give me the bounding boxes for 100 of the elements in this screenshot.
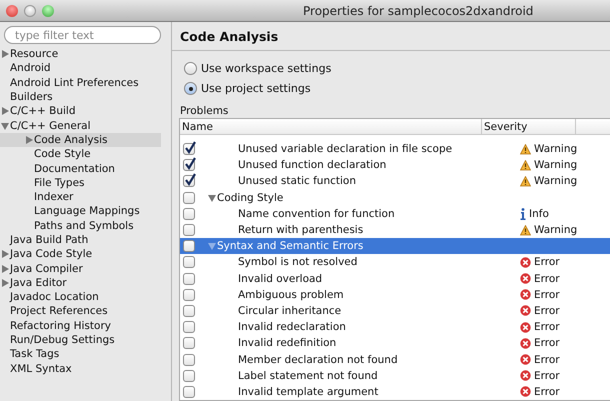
collapsed-arrow-icon[interactable]: [0, 278, 10, 288]
expanded-arrow-icon[interactable]: [0, 120, 10, 131]
checkbox[interactable]: [183, 256, 195, 268]
checkbox[interactable]: [183, 288, 195, 301]
radio-button[interactable]: [184, 82, 197, 95]
expanded-arrow-icon[interactable]: [207, 192, 217, 203]
problem-name[interactable]: Symbol is not resolved: [238, 256, 358, 268]
checkbox[interactable]: [183, 240, 195, 252]
sidebar-item[interactable]: Builders: [0, 90, 171, 104]
table-row[interactable]: Syntax and Semantic Errors: [180, 238, 610, 254]
sidebar-item[interactable]: Java Compiler: [0, 261, 171, 276]
problem-name[interactable]: Unused static function: [238, 175, 356, 188]
problem-name[interactable]: Member declaration not found: [238, 354, 398, 366]
sidebar-item[interactable]: Java Editor: [0, 276, 171, 290]
checkbox[interactable]: [183, 208, 195, 220]
sidebar-item[interactable]: XML Syntax: [0, 362, 171, 376]
problem-name[interactable]: Invalid overload: [238, 272, 322, 285]
checkbox[interactable]: [183, 224, 195, 236]
problem-name[interactable]: Invalid redefinition: [238, 337, 336, 350]
sidebar-item[interactable]: Language Mappings: [0, 204, 171, 219]
error-icon: [520, 386, 531, 398]
filter-field[interactable]: type filter text: [4, 26, 161, 44]
table-row[interactable]: Invalid redeclaration Error: [180, 319, 610, 336]
sidebar-item[interactable]: Indexer: [0, 190, 171, 204]
category-name[interactable]: Syntax and Semantic Errors: [217, 240, 364, 252]
table-row[interactable]: Unused function declaration Warning: [180, 157, 610, 174]
error-icon: [520, 289, 531, 300]
sidebar-item[interactable]: Run/Debug Settings: [0, 332, 171, 348]
sidebar-item[interactable]: File Types: [0, 176, 171, 190]
checkbox[interactable]: [183, 304, 195, 317]
severity-label: Warning: [534, 175, 578, 188]
sidebar-item[interactable]: Resource: [0, 47, 171, 62]
zoom-button[interactable]: [42, 4, 54, 16]
table-row[interactable]: Invalid template argument Error: [180, 384, 610, 400]
severity-label: Warning: [534, 224, 578, 236]
severity-label: Error: [534, 337, 560, 350]
sidebar-item[interactable]: Javadoc Location: [0, 290, 171, 304]
sidebar-item[interactable]: C/C++ Build: [0, 104, 171, 118]
checkbox[interactable]: [183, 143, 195, 156]
close-button[interactable]: [6, 4, 18, 16]
table-row[interactable]: Name convention for function Info: [180, 206, 610, 222]
sidebar-item[interactable]: Code Analysis: [0, 132, 161, 148]
column-header[interactable]: Name: [180, 119, 482, 134]
checkbox[interactable]: [183, 159, 195, 172]
sidebar-item[interactable]: Task Tags: [0, 347, 171, 362]
table-row[interactable]: Label statement not found Error: [180, 368, 610, 384]
table-row[interactable]: Return with parenthesis Warning: [180, 222, 610, 238]
radio-button[interactable]: [184, 62, 197, 75]
checkbox[interactable]: [183, 175, 195, 188]
sidebar-item[interactable]: Java Build Path: [0, 232, 171, 248]
sidebar-item[interactable]: Paths and Symbols: [0, 218, 171, 233]
checkbox[interactable]: [183, 192, 195, 204]
category-name[interactable]: Coding Style: [217, 192, 284, 204]
table-row[interactable]: Symbol is not resolved Error: [180, 254, 610, 270]
problem-name[interactable]: Unused variable declaration in file scope: [238, 143, 452, 156]
sidebar-item[interactable]: Java Code Style: [0, 247, 171, 262]
problem-name[interactable]: Circular inheritance: [238, 304, 342, 317]
table-row[interactable]: Invalid overload Error: [180, 270, 610, 287]
problem-name[interactable]: Name convention for function: [238, 208, 395, 220]
minimize-button[interactable]: [24, 4, 36, 16]
table-row[interactable]: Member declaration not found Error: [180, 351, 610, 368]
problem-name[interactable]: Invalid redeclaration: [238, 321, 346, 334]
checkbox[interactable]: [183, 370, 195, 382]
checkbox[interactable]: [183, 321, 195, 334]
table-row[interactable]: Unused static function Warning: [180, 173, 610, 190]
problem-name[interactable]: Return with parenthesis: [238, 224, 364, 236]
sidebar-item[interactable]: C/C++ General: [0, 118, 171, 133]
checkbox[interactable]: [183, 272, 195, 285]
expanded-arrow-icon[interactable]: [207, 241, 217, 252]
error-icon: [520, 370, 531, 382]
sidebar-item[interactable]: Documentation: [0, 161, 171, 176]
collapsed-arrow-icon[interactable]: [0, 106, 10, 116]
collapsed-arrow-icon[interactable]: [0, 49, 10, 60]
sidebar-item[interactable]: Project References: [0, 304, 171, 319]
checkbox[interactable]: [183, 354, 195, 366]
sidebar-item[interactable]: Refactoring History: [0, 318, 171, 333]
severity-label: Error: [534, 386, 560, 398]
severity-label: Info: [529, 208, 549, 220]
table-row[interactable]: Coding Style: [180, 190, 610, 206]
table-row[interactable]: Unused variable declaration in file scope Warning: [180, 141, 610, 158]
table-row[interactable]: Ambiguous problem Error: [180, 286, 610, 303]
radio-label[interactable]: Use workspace settings: [201, 62, 332, 75]
problem-name[interactable]: Unused function declaration: [238, 159, 386, 172]
collapsed-arrow-icon[interactable]: [0, 249, 10, 260]
problem-name[interactable]: Label statement not found: [238, 370, 378, 382]
problem-name[interactable]: Ambiguous problem: [238, 288, 344, 301]
table-row[interactable]: Invalid redefinition Error: [180, 335, 610, 352]
sidebar-item[interactable]: Code Style: [0, 147, 171, 162]
checkbox[interactable]: [183, 386, 195, 398]
checkbox[interactable]: [183, 337, 195, 350]
window-title: Properties for samplecocos2dxandroid: [303, 4, 534, 18]
warning-icon: [520, 224, 531, 236]
sidebar-item[interactable]: Android Lint Preferences: [0, 76, 171, 90]
collapsed-arrow-icon[interactable]: [0, 264, 10, 274]
table-row[interactable]: Circular inheritance Error: [180, 302, 610, 320]
radio-label[interactable]: Use project settings: [201, 82, 311, 95]
sidebar-item[interactable]: Android: [0, 61, 171, 76]
problem-name[interactable]: Invalid template argument: [238, 386, 378, 398]
column-header[interactable]: Severity: [482, 119, 576, 134]
collapsed-arrow-icon[interactable]: [24, 134, 34, 145]
